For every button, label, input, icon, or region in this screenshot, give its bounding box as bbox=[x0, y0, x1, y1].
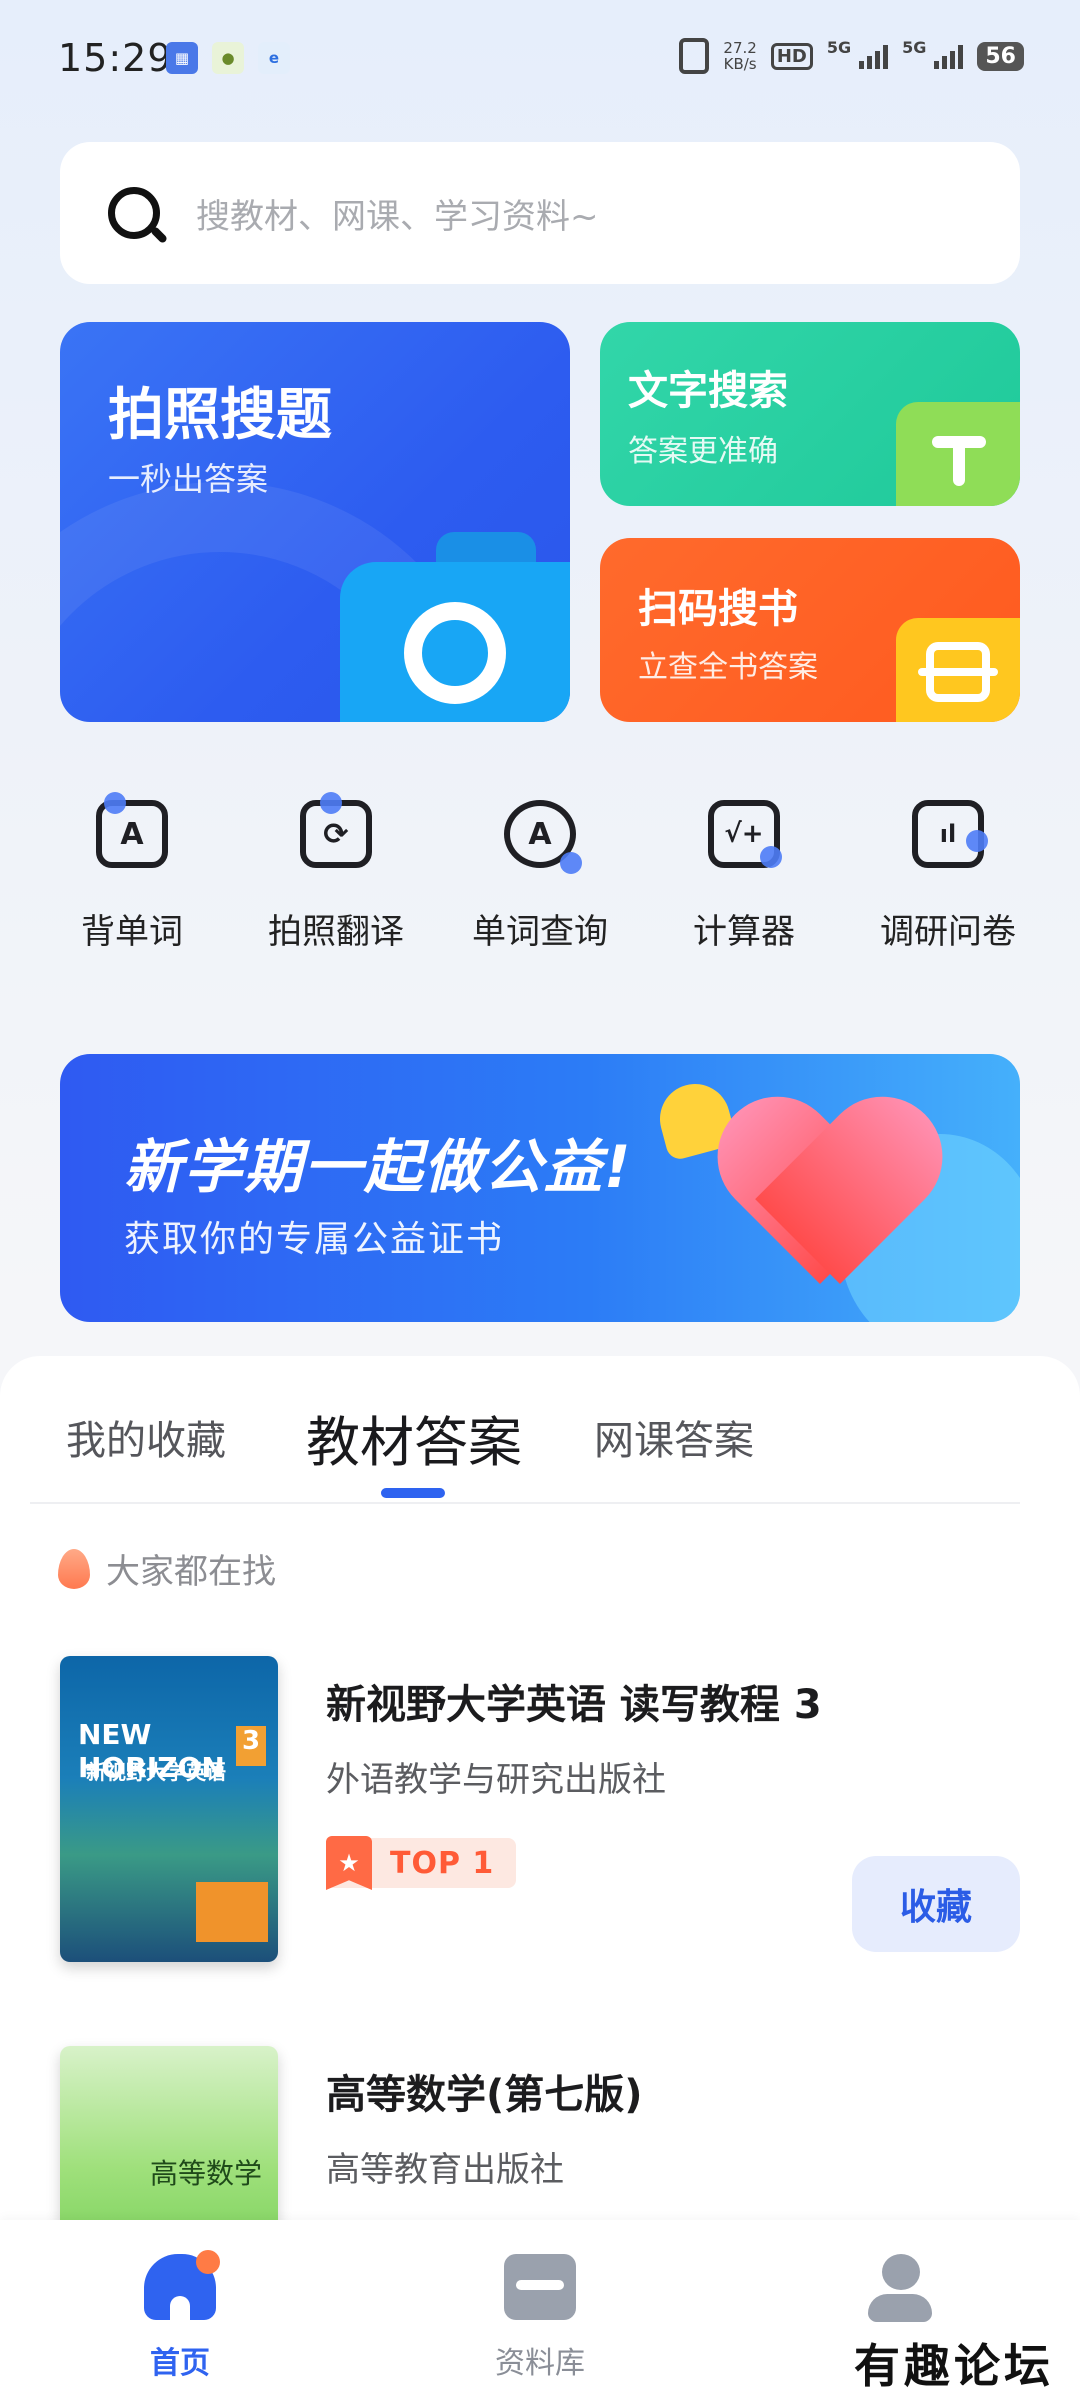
nav-label: 首页 bbox=[150, 2346, 210, 2381]
status-bar: 15:29 ▦ ● e 27.2 KB/s HD 5G 5G 56 bbox=[0, 0, 1080, 120]
tool-label: 单词查询 bbox=[472, 912, 608, 952]
rank-badge: ★ TOP 1 bbox=[326, 1836, 517, 1890]
tool-label: 拍照翻译 bbox=[268, 912, 404, 952]
vibrate-icon bbox=[679, 38, 710, 74]
banner-illustration bbox=[652, 1074, 1020, 1322]
heart-icon bbox=[720, 1104, 940, 1304]
scan-book-title: 扫码搜书 bbox=[638, 586, 798, 632]
tab-indicator bbox=[381, 1488, 445, 1498]
notification-icons: ▦ ● e bbox=[166, 42, 290, 74]
book-title: 新视野大学英语 读写教程 3 bbox=[326, 1682, 822, 1728]
signal-icon bbox=[859, 43, 889, 69]
network-speed: 27.2 KB/s bbox=[723, 40, 756, 72]
net-speed-value: 27.2 bbox=[723, 39, 757, 57]
watermark: 有趣论坛 bbox=[854, 2330, 1054, 2396]
photo-search-subtitle: 一秒出答案 bbox=[108, 460, 269, 498]
book-title: 高等数学(第七版) bbox=[326, 2072, 643, 2118]
photo-translate-icon: ⟳ bbox=[294, 790, 378, 874]
word-lookup-icon: A bbox=[498, 790, 582, 874]
book-publisher: 高等教育出版社 bbox=[326, 2150, 564, 2190]
search-placeholder: 搜教材、网课、学习资料~ bbox=[196, 196, 599, 237]
tool-calculator[interactable]: √+ 计算器 bbox=[652, 790, 836, 953]
survey-icon: ıl bbox=[906, 790, 990, 874]
star-ribbon-icon: ★ bbox=[326, 1836, 372, 1890]
search-bar[interactable]: 搜教材、网课、学习资料~ bbox=[60, 142, 1020, 284]
tool-label: 调研问卷 bbox=[880, 912, 1016, 952]
tab-bar: 我的收藏 教材答案 网课答案 bbox=[30, 1356, 1020, 1504]
text-search-title: 文字搜索 bbox=[628, 368, 788, 414]
hot-section-header: 大家都在找 bbox=[58, 1544, 276, 1593]
camera-icon bbox=[340, 532, 570, 722]
cover-title: 新视野大学英语 bbox=[86, 1760, 226, 1784]
5g-label-2: 5G bbox=[902, 38, 927, 57]
banner-title: 新学期一起做公益! bbox=[124, 1133, 633, 1201]
quick-tools: A 背单词 ⟳ 拍照翻译 A 单词查询 √+ 计算器 ıl 调研问卷 bbox=[40, 790, 1040, 953]
calendar-app-icon: ▦ bbox=[166, 42, 198, 74]
photo-search-title: 拍照搜题 bbox=[108, 383, 332, 448]
favorite-button[interactable]: 收藏 bbox=[852, 1856, 1020, 1952]
text-search-card[interactable]: 文字搜索 答案更准确 bbox=[600, 322, 1020, 506]
book-cover: NEW HORIZON 新视野大学英语 3 bbox=[60, 1656, 278, 1962]
nav-home[interactable]: 首页 bbox=[100, 2250, 260, 2382]
cover-label bbox=[196, 1882, 268, 1942]
text-search-subtitle: 答案更准确 bbox=[628, 434, 778, 469]
browser-notification-icon: e bbox=[258, 42, 290, 74]
rank-badge-text: TOP 1 bbox=[390, 1845, 495, 1881]
tool-photo-translate[interactable]: ⟳ 拍照翻译 bbox=[244, 790, 428, 953]
status-indicators: 27.2 KB/s HD 5G 5G 56 bbox=[679, 38, 1024, 74]
scan-book-subtitle: 立查全书答案 bbox=[638, 650, 818, 685]
search-icon bbox=[108, 187, 160, 239]
home-icon bbox=[144, 2250, 220, 2320]
user-icon bbox=[864, 2254, 936, 2322]
banner-subtitle: 获取你的专属公益证书 bbox=[124, 1219, 505, 1260]
tab-course-answers[interactable]: 网课答案 bbox=[594, 1408, 754, 1466]
tool-label: 背单词 bbox=[81, 912, 183, 952]
flashcard-icon: A bbox=[90, 790, 174, 874]
app-notification-icon: ● bbox=[212, 42, 244, 74]
book-publisher: 外语教学与研究出版社 bbox=[326, 1760, 666, 1800]
calculator-icon: √+ bbox=[702, 790, 786, 874]
folder-icon bbox=[504, 2254, 576, 2320]
signal-icon-2 bbox=[934, 43, 964, 69]
photo-search-card[interactable]: 拍照搜题 一秒出答案 bbox=[60, 322, 570, 722]
tool-label: 计算器 bbox=[693, 912, 795, 952]
tool-word-lookup[interactable]: A 单词查询 bbox=[448, 790, 632, 953]
5g-label: 5G bbox=[826, 38, 852, 57]
tool-flashcards[interactable]: A 背单词 bbox=[40, 790, 224, 953]
nav-profile[interactable] bbox=[820, 2254, 980, 2338]
hot-section-label: 大家都在找 bbox=[106, 1552, 276, 1592]
net-speed-unit: KB/s bbox=[723, 55, 757, 73]
cover-title: 高等数学 bbox=[150, 2157, 263, 2190]
fire-icon bbox=[58, 1548, 90, 1589]
scan-book-card[interactable]: 扫码搜书 立查全书答案 bbox=[600, 538, 1020, 722]
scan-icon bbox=[896, 618, 1020, 722]
book-item[interactable]: NEW HORIZON 新视野大学英语 3 新视野大学英语 读写教程 3 外语教… bbox=[60, 1656, 1020, 1976]
nav-library[interactable]: 资料库 bbox=[460, 2254, 620, 2382]
tool-survey[interactable]: ıl 调研问卷 bbox=[856, 790, 1040, 953]
battery-icon: 56 bbox=[977, 41, 1024, 71]
tab-my-favorites[interactable]: 我的收藏 bbox=[66, 1408, 226, 1466]
charity-banner[interactable]: 新学期一起做公益! 获取你的专属公益证书 bbox=[60, 1054, 1020, 1322]
nav-label: 资料库 bbox=[495, 2346, 585, 2381]
cover-volume: 3 bbox=[236, 1726, 266, 1766]
text-t-icon bbox=[896, 402, 1020, 506]
status-time: 15:29 bbox=[58, 36, 173, 80]
tab-textbook-answers[interactable]: 教材答案 bbox=[306, 1398, 522, 1477]
hd-icon: HD bbox=[770, 42, 813, 70]
